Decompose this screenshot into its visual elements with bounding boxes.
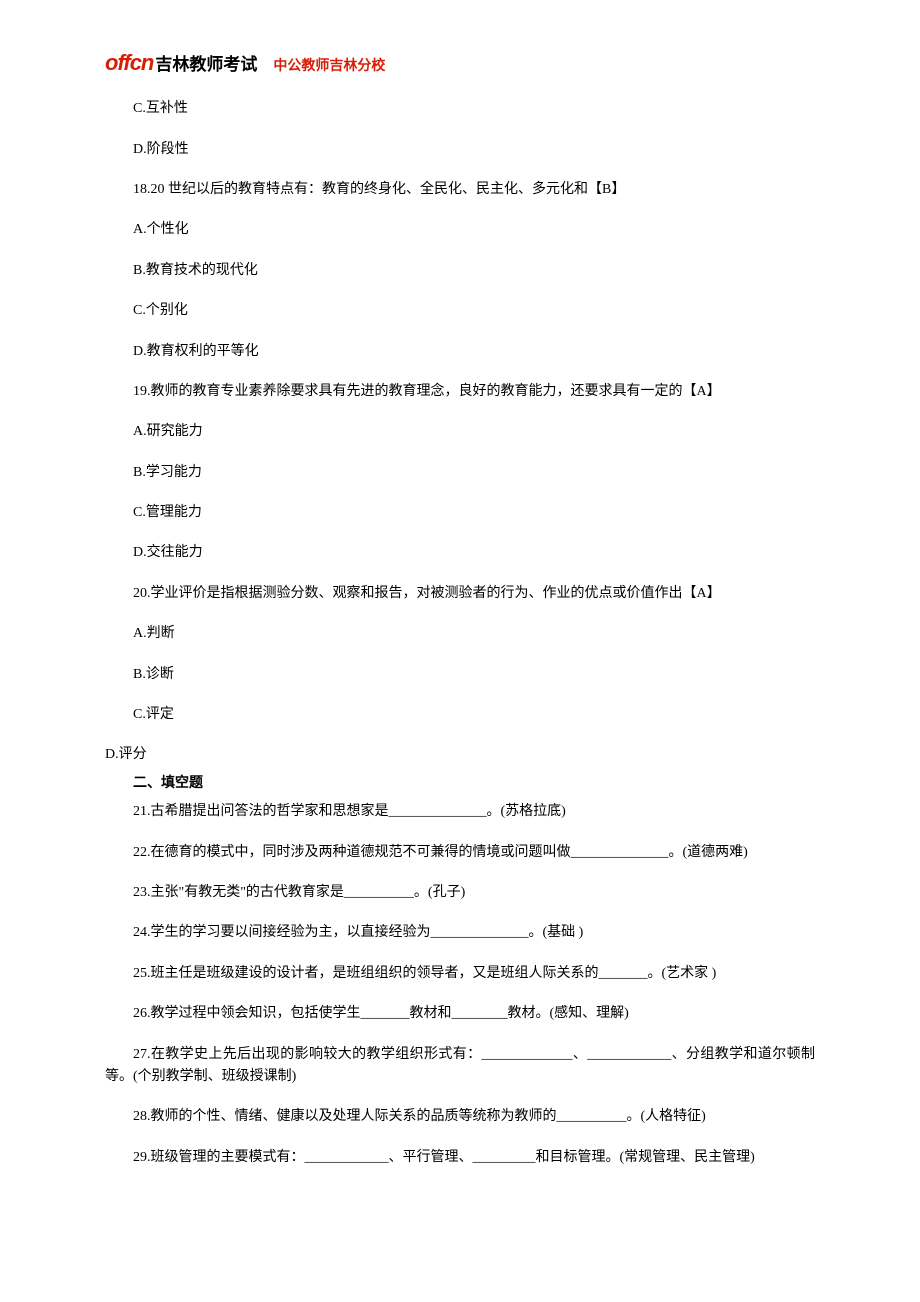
- page-header: offcn 吉林教师考试 中公教师吉林分校: [105, 45, 815, 80]
- text-line: C.管理能力: [105, 502, 815, 524]
- text-line: 22.在德育的模式中，同时涉及两种道德规范不可兼得的情境或问题叫做_______…: [105, 842, 815, 864]
- logo: offcn 吉林教师考试: [105, 45, 257, 80]
- text-line: 24.学生的学习要以间接经验为主，以直接经验为______________。(基…: [105, 922, 815, 944]
- header-subtitle: 中公教师吉林分校: [273, 54, 385, 76]
- text-line: 二、填空题: [105, 773, 815, 795]
- text-line: C.个别化: [105, 300, 815, 322]
- text-line: C.评定: [105, 704, 815, 726]
- text-line: D.交往能力: [105, 542, 815, 564]
- text-line: 28.教师的个性、情绪、健康以及处理人际关系的品质等统称为教师的________…: [105, 1106, 815, 1128]
- text-line: B.教育技术的现代化: [105, 260, 815, 282]
- text-line: 18.20 世纪以后的教育特点有：教育的终身化、全民化、民主化、多元化和【B】: [105, 179, 815, 201]
- text-line: A.研究能力: [105, 421, 815, 443]
- text-line: C.互补性: [105, 98, 815, 120]
- text-line: D.评分: [105, 744, 815, 766]
- text-line: 27.在教学史上先后出现的影响较大的教学组织形式有：_____________、…: [105, 1044, 815, 1089]
- text-line: B.诊断: [105, 664, 815, 686]
- text-line: 21.古希腊提出问答法的哲学家和思想家是______________。(苏格拉底…: [105, 801, 815, 823]
- text-line: B.学习能力: [105, 462, 815, 484]
- text-line: A.判断: [105, 623, 815, 645]
- text-line: 20.学业评价是指根据测验分数、观察和报告，对被测验者的行为、作业的优点或价值作…: [105, 583, 815, 605]
- document-body: C.互补性 D.阶段性 18.20 世纪以后的教育特点有：教育的终身化、全民化、民主…: [105, 98, 815, 1169]
- logo-chinese-text: 吉林教师考试: [155, 51, 257, 78]
- text-line: A.个性化: [105, 219, 815, 241]
- text-line: 29.班级管理的主要模式有：____________、平行管理、________…: [105, 1147, 815, 1169]
- text-line: D.阶段性: [105, 139, 815, 161]
- text-line: D.教育权利的平等化: [105, 341, 815, 363]
- text-line: 26.教学过程中领会知识，包括使学生_______教材和________教材。(…: [105, 1003, 815, 1025]
- logo-offcn-text: offcn: [105, 45, 153, 80]
- text-line: 19.教师的教育专业素养除要求具有先进的教育理念，良好的教育能力，还要求具有一定…: [105, 381, 815, 403]
- text-line: 23.主张"有教无类"的古代教育家是__________。(孔子): [105, 882, 815, 904]
- text-line: 25.班主任是班级建设的设计者，是班组组织的领导者，又是班组人际关系的_____…: [105, 963, 815, 985]
